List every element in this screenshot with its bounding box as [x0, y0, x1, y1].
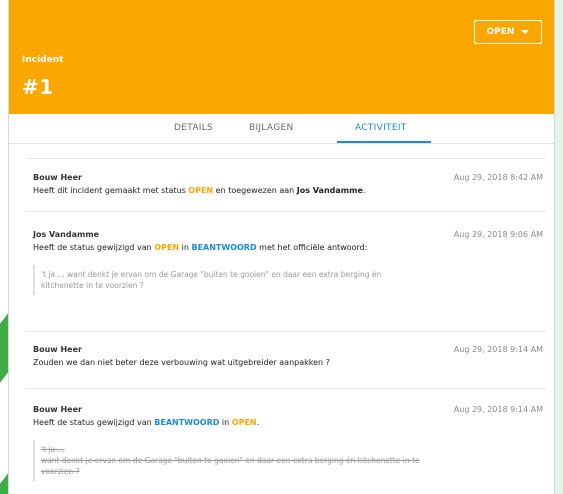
tab-bijlagen[interactable]: BIJLAGEN	[249, 123, 294, 133]
status-open-tag: OPEN	[154, 243, 180, 252]
activity-message: Zouden we dan niet beter deze verbouwing…	[33, 358, 330, 367]
activity-message: Heeft de status gewijzigd van OPEN in BE…	[33, 243, 543, 252]
status-open-tag: OPEN	[231, 418, 257, 427]
feed-divider	[26, 331, 546, 332]
message-text: .	[362, 186, 366, 195]
quote-line: want denkt je ervan om de Garage "buiten…	[41, 456, 420, 465]
activity-feed: Bouw Heer Aug 29, 2018 8:42 AM Heeft dit…	[9, 145, 554, 494]
official-answer-quote: 't ja ... want denkt je ervan om de Gara…	[33, 265, 538, 295]
activity-timestamp: Aug 29, 2018 9:14 AM	[453, 405, 543, 414]
feed-divider	[26, 158, 546, 159]
incident-panel: Incident #1 OPEN DETAILS BIJLAGEN ACTIVI…	[8, 0, 555, 494]
activity-timestamp: Aug 29, 2018 9:06 AM	[453, 230, 543, 239]
assignee-name: Jos Vandamme	[296, 186, 363, 195]
status-open-tag: OPEN	[188, 186, 214, 195]
activity-message: Heeft de status gewijzigd van BEANTWOORD…	[33, 418, 543, 427]
feed-divider	[26, 388, 546, 389]
message-text: met het officiële antwoord:	[256, 243, 368, 252]
quote-line: 't ja ...	[41, 445, 65, 454]
activity-message: Heeft dit incident gemaakt met status OP…	[33, 186, 543, 195]
incident-header: Incident #1 OPEN	[9, 0, 554, 114]
incident-number: #1	[22, 75, 54, 99]
activity-item: Jos Vandamme Aug 29, 2018 9:06 AM Heeft …	[33, 230, 543, 295]
message-text: .	[256, 418, 260, 427]
activity-item: Bouw Heer Aug 29, 2018 8:42 AM Heeft dit…	[33, 173, 543, 195]
incident-kind-label: Incident	[22, 55, 64, 65]
message-text: in	[219, 418, 232, 427]
message-text: Heeft de status gewijzigd van	[33, 243, 155, 252]
quote-line: voorzien ?	[41, 467, 80, 476]
tab-activiteit[interactable]: ACTIVITEIT	[355, 123, 407, 133]
quote-line: kitchenette in te voorzien ?	[41, 281, 144, 290]
active-tab-indicator	[337, 141, 431, 143]
quote-line: 't ja ... want denkt je ervan om de Gara…	[41, 270, 382, 279]
activity-timestamp: Aug 29, 2018 9:14 AM	[453, 345, 543, 354]
activity-item: Bouw Heer Aug 29, 2018 9:14 AM Heeft de …	[33, 405, 543, 481]
status-answered-tag: BEANTWOORD	[191, 243, 257, 252]
feed-divider	[26, 211, 546, 212]
message-text: in	[179, 243, 192, 252]
previous-answer-quote: 't ja ... want denkt je ervan om de Gara…	[33, 440, 538, 481]
status-answered-tag: BEANTWOORD	[154, 418, 220, 427]
activity-timestamp: Aug 29, 2018 8:42 AM	[453, 173, 543, 182]
message-text: Heeft dit incident gemaakt met status	[33, 186, 189, 195]
tab-details[interactable]: DETAILS	[174, 123, 213, 133]
activity-item: Bouw Heer Aug 29, 2018 9:14 AM Zouden we…	[33, 345, 543, 367]
status-dropdown-button[interactable]: OPEN	[474, 20, 542, 44]
message-text: en toegewezen aan	[213, 186, 297, 195]
tab-bar: DETAILS BIJLAGEN ACTIVITEIT	[9, 114, 554, 144]
message-text: Heeft de status gewijzigd van	[33, 418, 155, 427]
status-dropdown-label: OPEN	[486, 27, 515, 37]
caret-down-icon	[521, 30, 530, 34]
